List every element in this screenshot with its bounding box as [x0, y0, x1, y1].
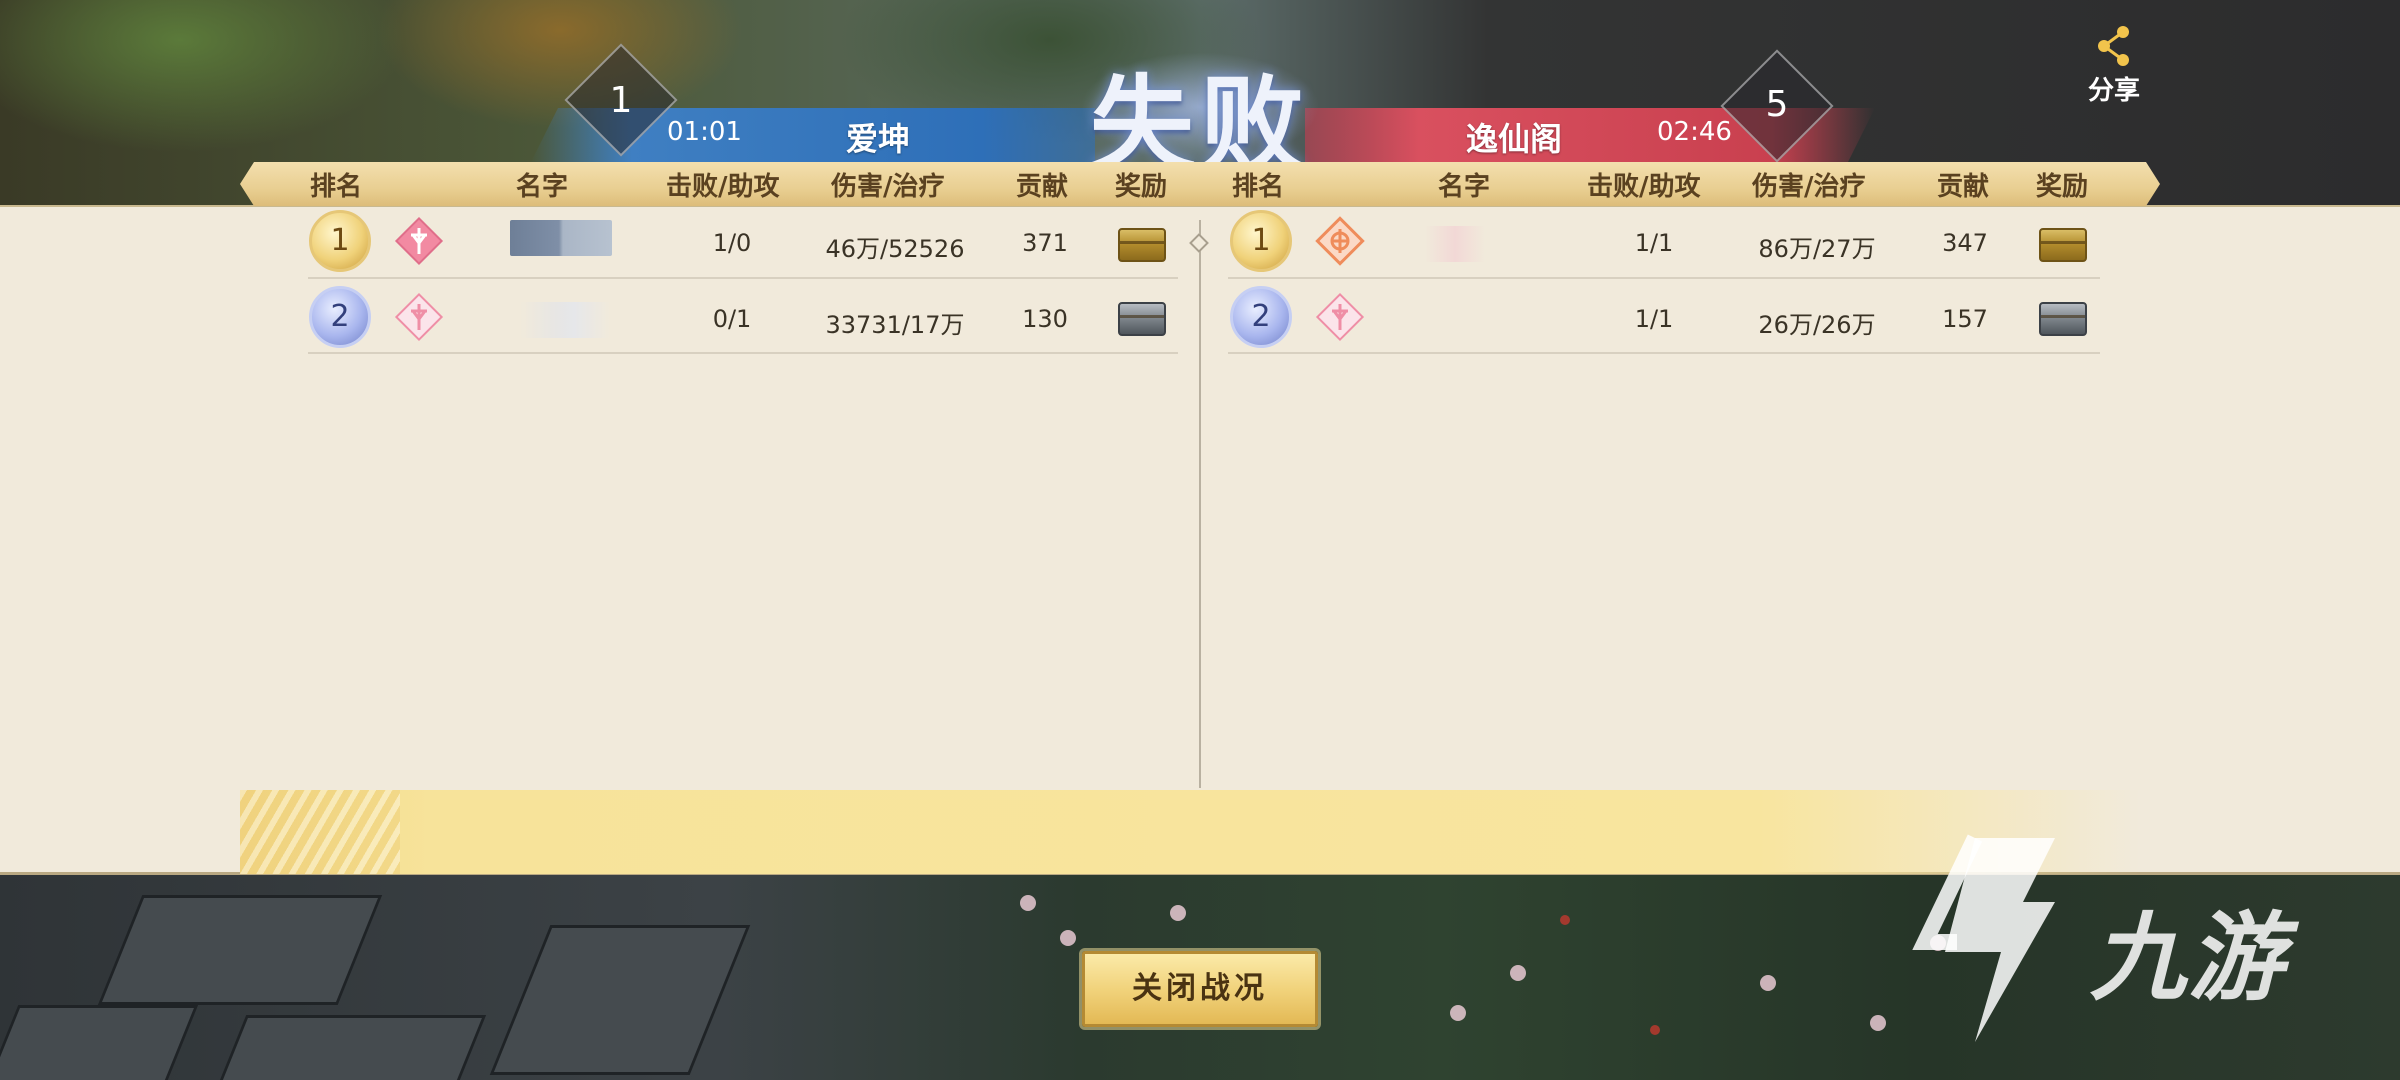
- watermark-text: 九游: [2090, 902, 2286, 1014]
- row-divider: [308, 352, 1178, 354]
- summary-strip: [240, 790, 2140, 874]
- left-team-time: 01:01: [667, 117, 742, 147]
- row-divider: [308, 277, 1178, 279]
- left-header-name: 名字: [516, 172, 569, 202]
- class-emblem-pink-icon: [394, 292, 444, 342]
- rank-badge-silver: 2: [309, 286, 371, 348]
- share-label: 分享: [2087, 76, 2140, 106]
- left-header-contribution: 贡献: [1016, 172, 1069, 202]
- contribution-value: 130: [1022, 305, 1068, 333]
- floor-tile: [0, 1005, 199, 1080]
- player-name-redacted: [520, 302, 610, 338]
- right-header-rank: 排名: [1232, 172, 1285, 202]
- damage-heal-value: 33731/17万: [825, 311, 965, 339]
- flower: [1020, 895, 1036, 911]
- kda-value: 1/1: [1634, 305, 1674, 333]
- right-header-damage-heal: 伤害/治疗: [1752, 172, 1866, 202]
- right-header-contribution: 贡献: [1937, 172, 1990, 202]
- floor-tile: [213, 1015, 487, 1080]
- flower: [1650, 1025, 1660, 1035]
- right-header-reward: 奖励: [2036, 172, 2089, 202]
- silver-chest-icon[interactable]: [2039, 302, 2087, 336]
- share-button[interactable]: 分享: [2078, 22, 2150, 112]
- right-team-score: 5: [1765, 84, 1789, 125]
- flower: [1170, 905, 1186, 921]
- rank-badge-silver: 2: [1230, 286, 1292, 348]
- kda-value: 0/1: [712, 305, 752, 333]
- right-header-kda: 击败/助攻: [1587, 172, 1701, 202]
- contribution-value: 157: [1942, 305, 1988, 333]
- flower: [1870, 1015, 1886, 1031]
- class-emblem-pink-icon: [394, 216, 444, 266]
- silver-chest-icon[interactable]: [1118, 302, 1166, 336]
- flower: [1510, 965, 1526, 981]
- flower: [1450, 1005, 1466, 1021]
- watermark-logo: [1912, 834, 2055, 1042]
- damage-heal-value: 26万/26万: [1758, 311, 1876, 339]
- class-emblem-orange-icon: [1315, 216, 1365, 266]
- row-divider: [1228, 352, 2100, 354]
- right-team-time: 02:46: [1657, 117, 1732, 147]
- class-emblem-pink-icon: [1315, 292, 1365, 342]
- left-team-name: 爱坤: [846, 120, 911, 158]
- left-header-damage-heal: 伤害/治疗: [831, 172, 945, 202]
- rank-badge-gold: 1: [1230, 210, 1292, 272]
- damage-heal-value: 86万/27万: [1758, 235, 1876, 263]
- left-header-kda: 击败/助攻: [666, 172, 780, 202]
- floor-tile: [489, 925, 751, 1075]
- flower: [1760, 975, 1776, 991]
- contribution-value: 347: [1942, 229, 1988, 257]
- gold-chest-icon[interactable]: [1118, 228, 1166, 262]
- share-icon: [2098, 26, 2129, 66]
- rank-badge-gold: 1: [309, 210, 371, 272]
- right-header-name: 名字: [1438, 172, 1491, 202]
- player-name-redacted: [510, 220, 612, 256]
- close-battle-report-button[interactable]: 关闭战况: [1082, 951, 1318, 1027]
- gold-chest-icon[interactable]: [2039, 228, 2087, 262]
- player-name-redacted: [1425, 226, 1485, 262]
- flower: [1060, 930, 1076, 946]
- kda-value: 1/0: [712, 229, 752, 257]
- left-team-score: 1: [609, 80, 633, 121]
- kda-value: 1/1: [1634, 229, 1674, 257]
- floor-tile: [97, 895, 383, 1005]
- damage-heal-value: 46万/52526: [825, 235, 965, 263]
- left-header-reward: 奖励: [1115, 172, 1168, 202]
- contribution-value: 371: [1022, 229, 1068, 257]
- row-divider: [1228, 277, 2100, 279]
- team-divider: [1199, 220, 1201, 788]
- flower: [1560, 915, 1570, 925]
- right-team-name: 逸仙阁: [1466, 120, 1563, 158]
- left-header-rank: 排名: [310, 172, 363, 202]
